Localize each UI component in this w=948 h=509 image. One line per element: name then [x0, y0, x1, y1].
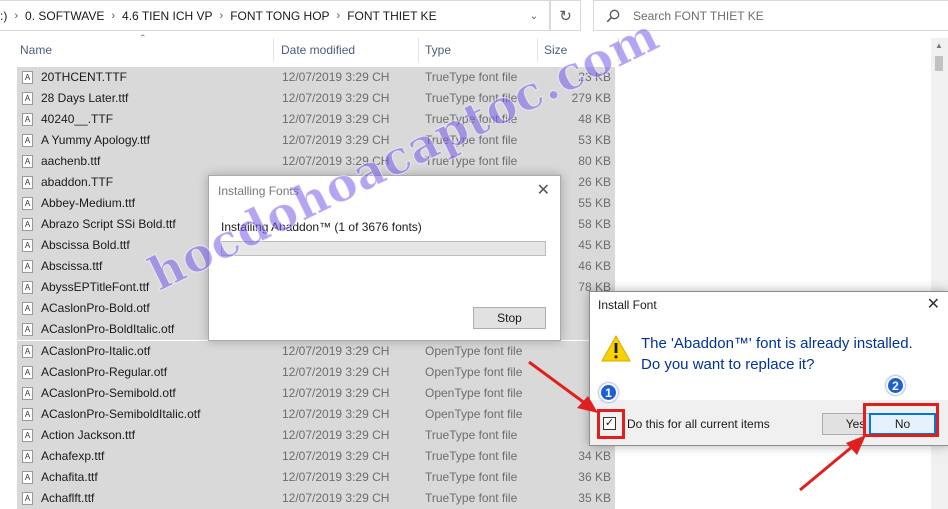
annotation-arrows — [528, 360, 866, 492]
arrow-to-checkbox — [528, 360, 598, 413]
arrow-to-no-button — [799, 435, 866, 492]
